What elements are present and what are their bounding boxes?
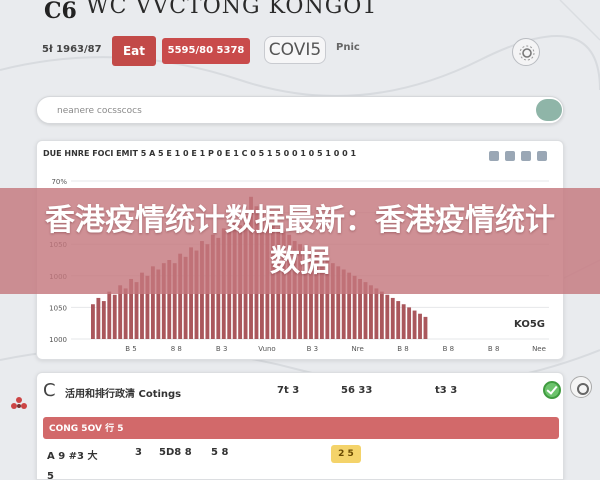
chart-bar xyxy=(374,288,379,339)
search-bar xyxy=(36,96,564,124)
x-tick-label: Nre xyxy=(352,345,364,353)
row-value: 5D8 8 xyxy=(159,447,192,458)
chart-bar xyxy=(390,297,395,339)
gear-icon xyxy=(519,45,535,61)
side-ring-icon[interactable] xyxy=(570,376,592,398)
x-tick-label: Vuno xyxy=(258,345,275,353)
table-stat: 7t 3 xyxy=(277,385,300,396)
settings-button[interactable] xyxy=(512,38,540,66)
y-tick-label: 1050 xyxy=(49,304,67,312)
x-tick-label: B 3 xyxy=(216,345,227,353)
x-tick-label: 8 8 xyxy=(171,345,182,353)
check-icon[interactable] xyxy=(543,381,561,399)
header-badge-stats[interactable]: 5595/80 5378 xyxy=(162,38,250,64)
chart-bar xyxy=(407,307,412,339)
x-tick-label: B 3 xyxy=(307,345,318,353)
chart-bar xyxy=(112,294,117,339)
covid-chip[interactable]: COVI5 xyxy=(264,36,326,64)
table-stat: 56 33 xyxy=(341,385,373,396)
chart-bar xyxy=(385,294,390,339)
table-header-bar: CONG 5OV 行 5 xyxy=(43,417,559,439)
chart-bar xyxy=(101,301,106,339)
x-tick-label: B 8 xyxy=(397,345,408,353)
search-input[interactable] xyxy=(57,101,527,121)
y-tick-label: 70% xyxy=(51,178,67,186)
table-card: C 活用和排行政清 Cotings 7t 3 56 33 t3 3 CONG 5… xyxy=(36,372,564,480)
x-tick-label: B 8 xyxy=(443,345,454,353)
table-row[interactable]: A 9 #3 大 3 5D8 8 5 8 2 5 xyxy=(43,443,559,465)
title-banner: 香港疫情统计数据最新：香港疫情统计数据 xyxy=(0,188,600,294)
y-tick-label: 1000 xyxy=(49,336,67,344)
chart-bar xyxy=(107,291,112,339)
header-meta-label: 5ł 1963/87 xyxy=(42,44,102,55)
flower-icon xyxy=(11,397,27,409)
table-header-label: CONG 5OV 行 5 xyxy=(49,424,124,434)
chart-bar xyxy=(423,316,428,339)
chart-bar xyxy=(379,291,384,339)
x-tick-label: B 5 xyxy=(125,345,136,353)
table-row[interactable]: 5 xyxy=(43,467,559,480)
table-stat: t3 3 xyxy=(435,385,458,396)
table-title: 活用和排行政清 Cotings xyxy=(65,389,182,400)
banner-title: 香港疫情统计数据最新：香港疫情统计数据 xyxy=(45,203,555,279)
table-title-row: C 活用和排行政清 Cotings 7t 3 56 33 t3 3 xyxy=(37,373,565,409)
row-value: 5 8 xyxy=(211,447,229,458)
search-button[interactable] xyxy=(536,99,562,121)
chart-bar xyxy=(123,288,128,339)
chart-bar xyxy=(418,313,422,339)
x-tick-label: Nee xyxy=(532,345,546,353)
chart-bar xyxy=(401,304,406,339)
chart-bar xyxy=(96,297,101,339)
header-link[interactable]: Pnic xyxy=(336,42,376,58)
header-badge-primary[interactable]: Eat xyxy=(112,36,156,66)
chart-bar xyxy=(396,301,401,339)
x-tick-label: B 8 xyxy=(488,345,499,353)
chart-bar xyxy=(91,304,95,339)
row-name: A 9 #3 大 xyxy=(47,451,98,462)
row-name: 5 xyxy=(47,471,54,480)
row-value: 3 xyxy=(135,447,142,458)
chart-overlay-label: KO5G xyxy=(514,319,545,330)
chart-bar xyxy=(412,310,417,339)
row-badge: 2 5 xyxy=(331,445,361,463)
app-title: WC VVCTONG KONGO19 xyxy=(86,0,376,19)
app-logo: C6 xyxy=(44,0,77,24)
app-header: C6 WC VVCTONG KONGO19 5ł 1963/87 Eat 559… xyxy=(0,0,600,90)
table-icon: C xyxy=(43,380,56,401)
